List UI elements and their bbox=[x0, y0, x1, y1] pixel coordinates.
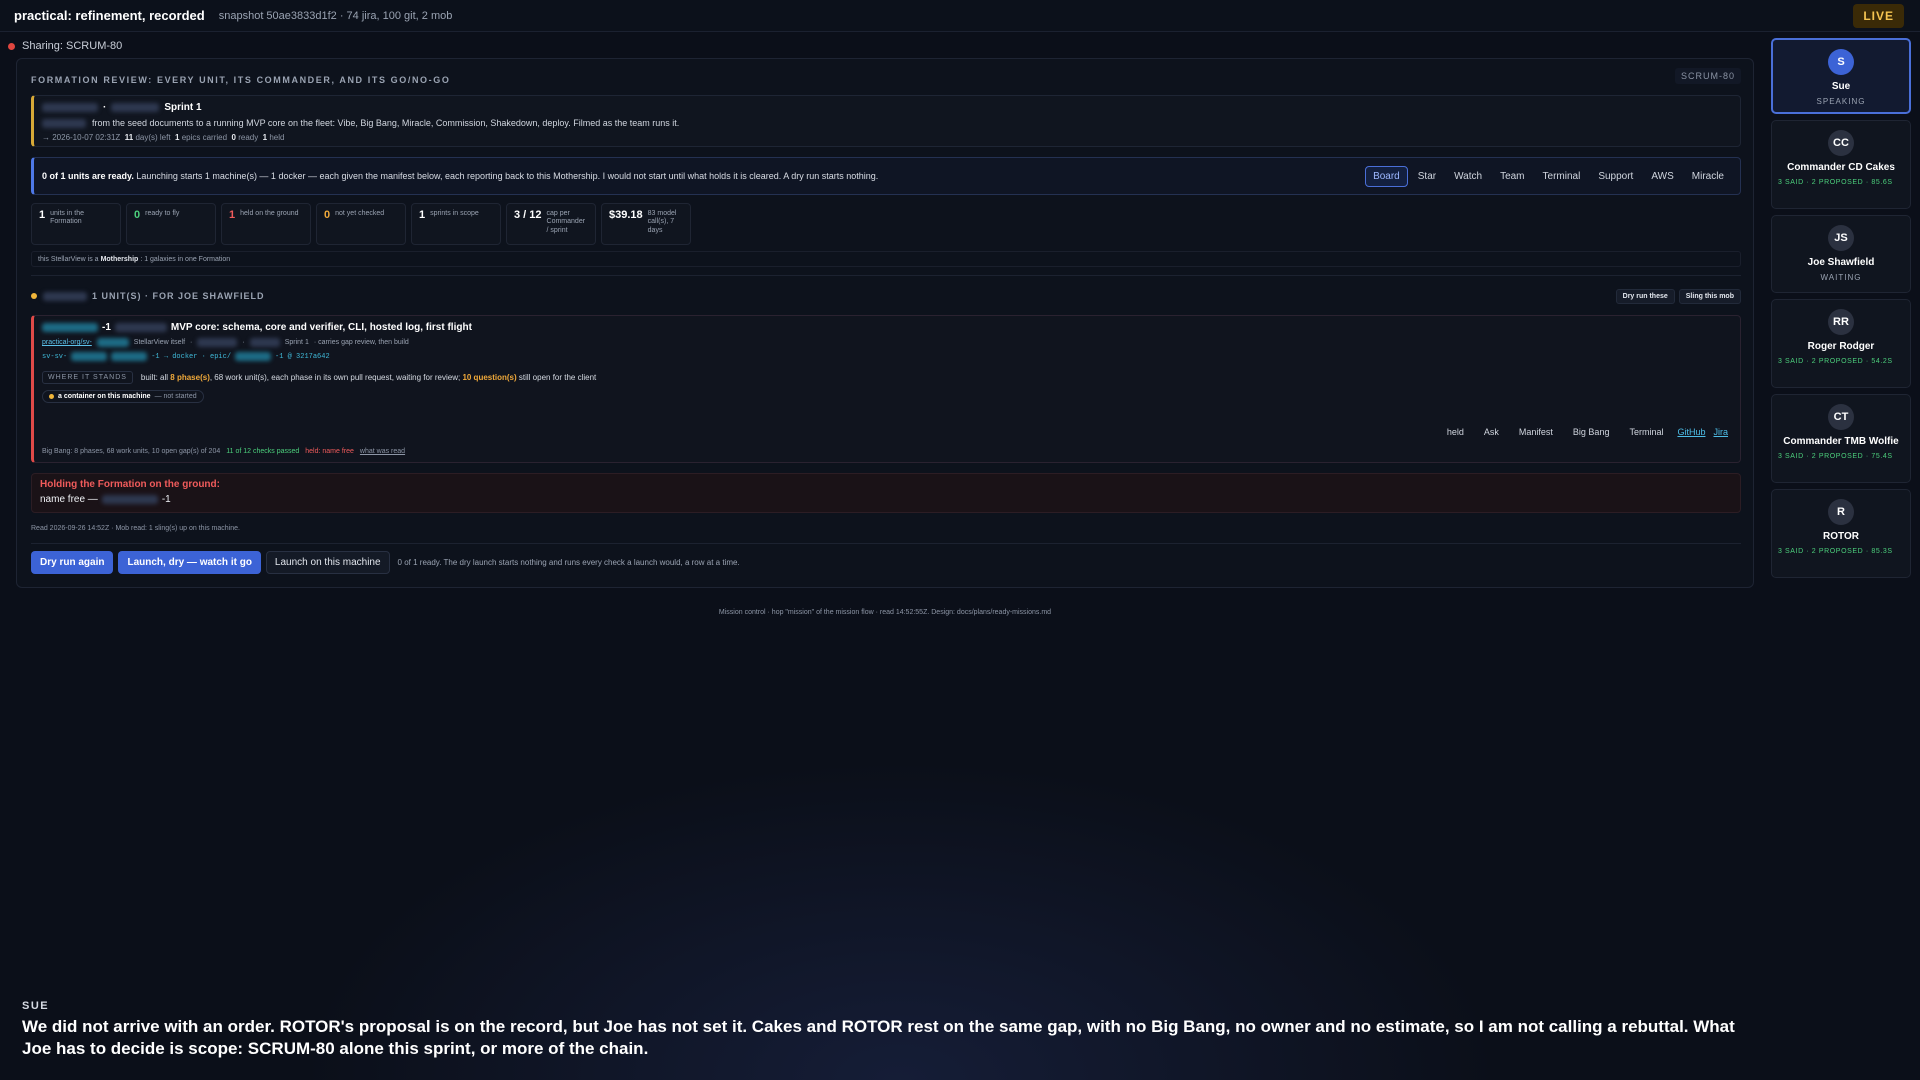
caption-speaker: SUE bbox=[22, 1000, 50, 1012]
participant-card-wolfie[interactable]: CT Commander TMB Wolfie 3 SAID · 2 PROPO… bbox=[1771, 394, 1911, 483]
terminal-link[interactable]: Terminal bbox=[1621, 422, 1671, 442]
participant-card-sue[interactable]: S Sue SPEAKING bbox=[1771, 38, 1911, 114]
tab-aws[interactable]: AWS bbox=[1643, 166, 1681, 187]
view-tabs: Board Star Watch Team Terminal Support A… bbox=[1365, 165, 1732, 187]
participant-status: SPEAKING bbox=[1816, 97, 1866, 106]
live-caption: SUE We did not arrive with an order. ROT… bbox=[22, 1000, 1762, 1060]
stat-ready: 0 ready to fly bbox=[126, 203, 216, 245]
sharing-label: Sharing: SCRUM-80 bbox=[22, 40, 123, 52]
participant-stats: 3 SAID · 2 PROPOSED · 75.4S bbox=[1778, 453, 1893, 460]
stat-cap: 3 / 12 cap per Commander / sprint bbox=[506, 203, 596, 245]
what-was-read-link[interactable]: what was read bbox=[360, 448, 405, 455]
stat-held: 1 held on the ground bbox=[221, 203, 311, 245]
github-link[interactable]: GitHub bbox=[1675, 427, 1707, 437]
participant-stats: 3 SAID · 2 PROPOSED · 85.6S bbox=[1778, 179, 1893, 186]
branch-line: sv-sv- -1 → docker · epic/ -1 @ 3217a642 bbox=[42, 352, 330, 361]
repo-link[interactable]: practical-org/sv- bbox=[42, 339, 92, 346]
participant-status: WAITING bbox=[1820, 273, 1862, 282]
group-label: 1 UNIT(S) · FOR JOE SHAWFIELD bbox=[92, 291, 265, 301]
tab-board[interactable]: Board bbox=[1365, 165, 1408, 187]
avatar: S bbox=[1828, 49, 1854, 75]
big-bang-link[interactable]: Big Bang bbox=[1565, 422, 1618, 442]
stat-cost: $39.18 83 model call(s), 7 days bbox=[601, 203, 691, 245]
participant-stats: 3 SAID · 2 PROPOSED · 54.2S bbox=[1778, 358, 1893, 365]
stat-sprints: 1 sprints in scope bbox=[411, 203, 501, 245]
redacted-epic bbox=[114, 323, 167, 332]
sling-mob-button[interactable]: Sling this mob bbox=[1678, 288, 1741, 304]
where-it-stands: WHERE IT STANDS built: all 8 phase(s), 6… bbox=[42, 371, 1732, 384]
tab-terminal[interactable]: Terminal bbox=[1535, 166, 1589, 187]
ask-link[interactable]: Ask bbox=[1476, 422, 1507, 442]
avatar: RR bbox=[1828, 309, 1854, 335]
tab-watch[interactable]: Watch bbox=[1446, 166, 1490, 187]
container-status-chip: a container on this machine — not starte… bbox=[42, 390, 204, 403]
unit-card: -1 MVP core: schema, core and verifier, … bbox=[31, 315, 1741, 463]
avatar: JS bbox=[1828, 225, 1854, 251]
participant-roster: S Sue SPEAKING CC Commander CD Cakes 3 S… bbox=[1771, 38, 1913, 584]
stat-unchecked: 0 not yet checked bbox=[316, 203, 406, 245]
caption-text: We did not arrive with an order. ROTOR's… bbox=[22, 1017, 1735, 1059]
participant-card-joe[interactable]: JS Joe Shawfield WAITING bbox=[1771, 215, 1911, 293]
participant-card-roger[interactable]: RR Roger Rodger 3 SAID · 2 PROPOSED · 54… bbox=[1771, 299, 1911, 388]
dry-run-these-button[interactable]: Dry run these bbox=[1615, 288, 1675, 304]
stats-row: 1 units in the Formation 0 ready to fly … bbox=[31, 203, 691, 245]
jira-link[interactable]: Jira bbox=[1711, 427, 1730, 437]
issue-tag: SCRUM-80 bbox=[1674, 68, 1741, 84]
sprint-title: Sprint 1 bbox=[164, 102, 202, 113]
unit-group-header: 1 UNIT(S) · FOR JOE SHAWFIELD Dry run th… bbox=[31, 287, 1741, 305]
unit-title: MVP core: schema, core and verifier, CLI… bbox=[170, 322, 472, 333]
redacted-board bbox=[111, 103, 160, 112]
tab-star[interactable]: Star bbox=[1410, 166, 1444, 187]
launch-controls: Dry run again Launch, dry — watch it go … bbox=[31, 551, 740, 574]
top-bar: practical: refinement, recorded snapshot… bbox=[0, 0, 1920, 32]
redacted-goal-prefix bbox=[42, 118, 86, 128]
readiness-banner: 0 of 1 units are ready. Launching starts… bbox=[31, 157, 1741, 195]
unit-actions: held Ask Manifest Big Bang Terminal GitH… bbox=[1439, 422, 1730, 442]
app-title: practical: refinement, recorded bbox=[14, 8, 205, 23]
participant-stats: 3 SAID · 2 PROPOSED · 85.3S bbox=[1778, 548, 1893, 555]
participant-card-rotor[interactable]: R ROTOR 3 SAID · 2 PROPOSED · 85.3S bbox=[1771, 489, 1911, 578]
avatar: CT bbox=[1828, 404, 1854, 430]
redacted-galaxy bbox=[43, 291, 87, 301]
avatar: CC bbox=[1828, 130, 1854, 156]
unit-footer: Big Bang: 8 phases, 68 work units, 10 op… bbox=[42, 448, 406, 455]
status-dot-icon bbox=[49, 394, 54, 399]
snapshot-info: snapshot 50ae3833d1f2 · 74 jira, 100 git… bbox=[218, 9, 453, 22]
avatar: R bbox=[1828, 499, 1854, 525]
tab-team[interactable]: Team bbox=[1492, 166, 1532, 187]
holding-heading: Holding the Formation on the ground: bbox=[40, 479, 220, 490]
sharing-indicator: Sharing: SCRUM-80 bbox=[8, 40, 122, 52]
launch-note: 0 of 1 ready. The dry launch starts noth… bbox=[397, 558, 740, 567]
sprint-card: · Sprint 1 from the seed documents to a … bbox=[31, 95, 1741, 147]
dry-run-again-button[interactable]: Dry run again bbox=[31, 551, 114, 574]
manifest-link[interactable]: Manifest bbox=[1511, 422, 1561, 442]
tab-support[interactable]: Support bbox=[1590, 166, 1641, 187]
read-status: Read 2026-09-26 14:52Z · Mob read: 1 sli… bbox=[31, 525, 240, 532]
holding-banner: Holding the Formation on the ground: nam… bbox=[31, 473, 1741, 513]
live-badge[interactable]: LIVE bbox=[1853, 4, 1904, 28]
redacted-project bbox=[42, 103, 98, 112]
redacted-issue-key bbox=[42, 323, 98, 332]
held-link[interactable]: held bbox=[1439, 422, 1472, 442]
mothership-note: this StellarView is a Mothership : 1 gal… bbox=[31, 251, 1741, 267]
launch-dry-button[interactable]: Launch, dry — watch it go bbox=[118, 551, 261, 574]
stat-units: 1 units in the Formation bbox=[31, 203, 121, 245]
participant-card-cakes[interactable]: CC Commander CD Cakes 3 SAID · 2 PROPOSE… bbox=[1771, 120, 1911, 209]
readiness-summary: 0 of 1 units are ready. bbox=[42, 171, 134, 181]
tab-miracle[interactable]: Miracle bbox=[1684, 166, 1732, 187]
shared-screen-panel: SCRUM-80 FORMATION REVIEW: EVERY UNIT, I… bbox=[16, 58, 1754, 588]
recording-dot-icon bbox=[8, 42, 15, 50]
status-dot-icon bbox=[31, 293, 37, 299]
launch-machine-button[interactable]: Launch on this machine bbox=[265, 551, 390, 574]
divider bbox=[31, 275, 1741, 276]
footer-note: Mission control · hop "mission" of the m… bbox=[718, 609, 1052, 616]
readiness-detail: Launching starts 1 machine(s) — 1 docker… bbox=[133, 171, 879, 181]
sprint-meta: → 2026-10-07 02:31Z 11 day(s) left 1 epi… bbox=[42, 133, 285, 142]
sprint-description: from the seed documents to a running MVP… bbox=[92, 118, 680, 128]
divider bbox=[31, 543, 1741, 544]
formation-heading: FORMATION REVIEW: EVERY UNIT, ITS COMMAN… bbox=[31, 75, 451, 85]
